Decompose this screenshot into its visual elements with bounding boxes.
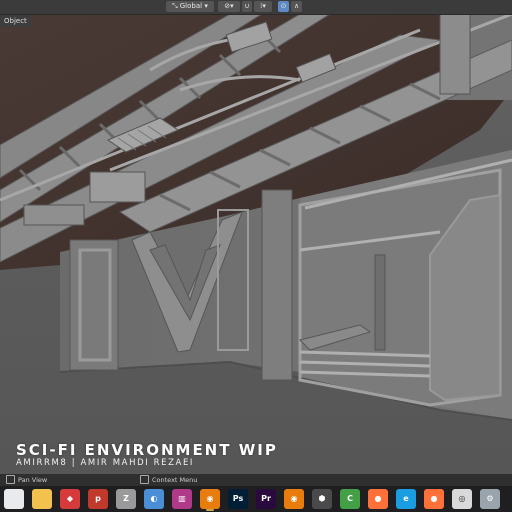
taskbar-wps-icon[interactable]: p xyxy=(88,489,108,509)
taskbar-blender-icon[interactable]: ◉ xyxy=(200,489,220,511)
proportional-editing-toggle[interactable]: ⊙ xyxy=(278,1,289,12)
taskbar-edge-icon[interactable]: e xyxy=(396,489,416,509)
magnet-icon: ∪ xyxy=(244,2,250,10)
grid-icon: ⁞▾ xyxy=(260,2,266,10)
viewport-header: ⤡ Global ▾ ⊘▾ ∪ ⁞▾ ⊙ ∧ xyxy=(0,0,512,15)
mouse-icon xyxy=(140,475,149,484)
taskbar-file-explorer-icon[interactable] xyxy=(32,489,52,509)
object-mode-label[interactable]: Object xyxy=(0,15,31,27)
status-context-menu: Context Menu xyxy=(140,474,197,486)
status-bar: Pan View Context Menu xyxy=(0,474,512,486)
author-credit: AMIRRM8 | AMIR MAHDI REZAEI xyxy=(16,458,195,468)
taskbar-chrome-icon[interactable] xyxy=(4,489,24,509)
taskbar-zbrush-icon[interactable]: Z xyxy=(116,489,136,509)
mouse-icon xyxy=(6,475,15,484)
taskbar-app-red-icon[interactable]: ◆ xyxy=(60,489,80,509)
pivot-point-dropdown[interactable]: ⊘▾ xyxy=(218,1,240,12)
taskbar-unity-icon[interactable]: ⬢ xyxy=(312,489,332,509)
pivot-icon: ⊘▾ xyxy=(224,2,234,10)
scene-render xyxy=(0,0,512,512)
falloff-dropdown[interactable]: ∧ xyxy=(291,1,302,12)
3d-viewport[interactable] xyxy=(0,0,512,512)
taskbar: ◆ p Z ◐ ▥ ◉ Ps Pr ◉ ⬢ C ● e ● ◎ ⚙ xyxy=(0,486,512,512)
taskbar-settings-icon[interactable]: ⚙ xyxy=(480,489,500,509)
taskbar-camtasia-icon[interactable]: C xyxy=(340,489,360,509)
taskbar-photos-icon[interactable]: ◐ xyxy=(144,489,164,509)
proportional-icon: ⊙ xyxy=(280,2,287,10)
snap-target-dropdown[interactable]: ⁞▾ xyxy=(254,1,272,12)
transform-orientation-dropdown[interactable]: ⤡ Global ▾ xyxy=(166,1,214,12)
taskbar-winrar-icon[interactable]: ▥ xyxy=(172,489,192,509)
status-pan-view: Pan View xyxy=(6,474,47,486)
taskbar-photoshop-icon[interactable]: Ps xyxy=(228,489,248,509)
page-title: SCI-FI ENVIRONMENT WIP xyxy=(16,441,278,459)
taskbar-premiere-icon[interactable]: Pr xyxy=(256,489,276,509)
taskbar-firefox-2-icon[interactable]: ● xyxy=(424,489,444,509)
orientation-icon: ⤡ xyxy=(172,2,178,10)
snap-toggle[interactable]: ∪ xyxy=(242,1,252,12)
taskbar-blender-2-icon[interactable]: ◉ xyxy=(284,489,304,509)
falloff-icon: ∧ xyxy=(293,2,300,10)
taskbar-media-player-icon[interactable]: ◎ xyxy=(452,489,472,509)
chevron-down-icon: ▾ xyxy=(202,2,208,10)
taskbar-firefox-icon[interactable]: ● xyxy=(368,489,388,509)
